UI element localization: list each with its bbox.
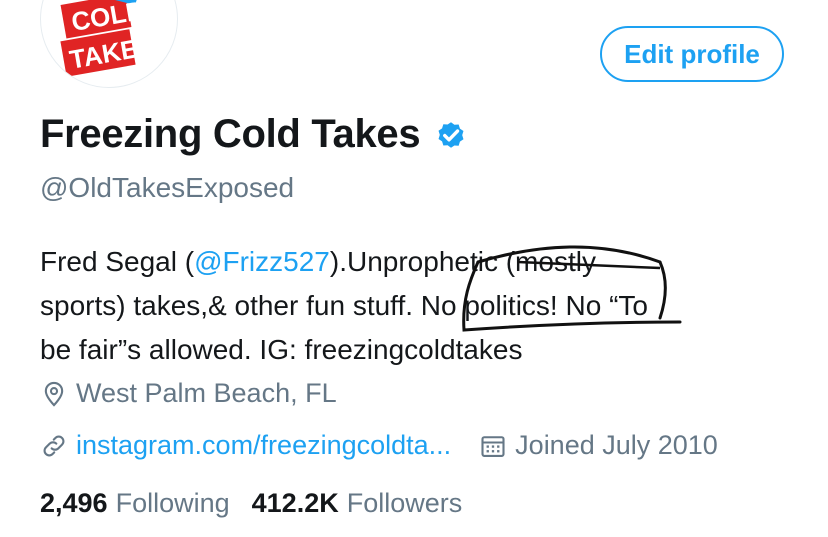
verified-badge-icon: [438, 121, 464, 148]
avatar-logo: COLD TAKES: [60, 0, 157, 77]
joined-text: Joined July 2010: [515, 430, 718, 460]
calendar-icon: [481, 435, 505, 457]
user-handle: @OldTakesExposed: [40, 172, 295, 203]
joined-date: Joined July 2010: [479, 430, 718, 461]
location-text: West Palm Beach, FL: [76, 378, 337, 408]
display-name: Freezing Cold Takes: [40, 112, 421, 156]
followers-link[interactable]: 412.2K Followers: [252, 488, 463, 519]
following-link[interactable]: 2,496 Following: [40, 488, 230, 519]
bio-line-3: be fair”s allowed. IG: freezingcoldtakes: [40, 334, 523, 365]
followers-label: Followers: [346, 488, 463, 518]
bio-line-2: sports) takes,& other fun stuff. No poli…: [40, 290, 648, 321]
location-row: West Palm Beach, FL: [40, 378, 337, 409]
bio-mention-link[interactable]: @Frizz527: [194, 246, 330, 277]
website-link[interactable]: instagram.com/freezingcoldta...: [76, 430, 451, 461]
location-pin-icon: [44, 381, 64, 407]
bio: Fred Segal (@Frizz527).Unprophetic (most…: [40, 240, 800, 372]
following-count: 2,496: [40, 488, 108, 518]
links-row: instagram.com/freezingcoldta... Joined J…: [40, 430, 718, 461]
bio-text-prefix: Fred Segal (: [40, 246, 195, 277]
avatar[interactable]: COLD TAKES: [40, 0, 178, 88]
bio-text-rest: ).Unprophetic (mostly: [329, 246, 596, 277]
following-label: Following: [115, 488, 230, 518]
bio-line-1: Fred Segal (@Frizz527).Unprophetic (most…: [40, 240, 800, 284]
follow-counts: 2,496 Following 412.2K Followers: [40, 488, 462, 519]
edit-profile-button[interactable]: Edit profile: [600, 26, 784, 82]
followers-count: 412.2K: [251, 488, 339, 518]
avatar-word-1: COLD: [69, 0, 147, 37]
link-icon: [43, 435, 65, 456]
name-row: Freezing Cold Takes: [40, 112, 468, 157]
